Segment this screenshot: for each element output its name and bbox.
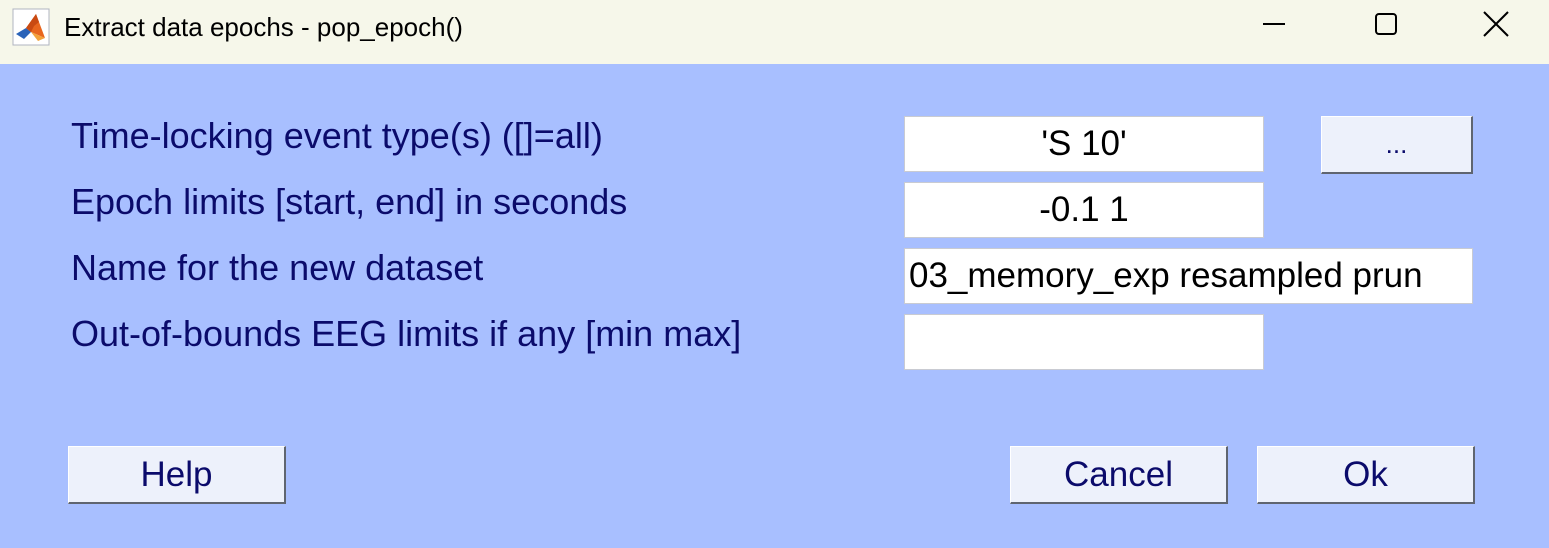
matlab-icon [12, 8, 50, 46]
maximize-button[interactable] [1330, 0, 1442, 52]
cancel-button[interactable]: Cancel [1010, 446, 1228, 504]
minimize-button[interactable] [1218, 0, 1330, 52]
dataset-name-label: Name for the new dataset [71, 247, 484, 288]
minimize-icon [1260, 10, 1288, 43]
title-bar: Extract data epochs - pop_epoch() [0, 0, 1549, 64]
close-icon [1481, 9, 1511, 44]
epoch-limits-input[interactable] [904, 182, 1264, 238]
maximize-icon [1372, 10, 1400, 43]
close-button[interactable] [1442, 0, 1549, 52]
dialog-window: Extract data epochs - pop_epoch() Time-l… [0, 0, 1549, 548]
browse-event-types-button[interactable]: ... [1321, 116, 1473, 174]
oob-limits-input[interactable] [904, 314, 1264, 370]
epoch-limits-label: Epoch limits [start, end] in seconds [71, 181, 628, 222]
help-button[interactable]: Help [68, 446, 286, 504]
ok-button[interactable]: Ok [1257, 446, 1475, 504]
event-type-input[interactable] [904, 116, 1264, 172]
event-type-label: Time-locking event type(s) ([]=all) [71, 115, 603, 156]
dataset-name-input[interactable] [904, 248, 1473, 304]
window-title: Extract data epochs - pop_epoch() [64, 12, 463, 42]
oob-limits-label: Out-of-bounds EEG limits if any [min max… [71, 313, 742, 354]
